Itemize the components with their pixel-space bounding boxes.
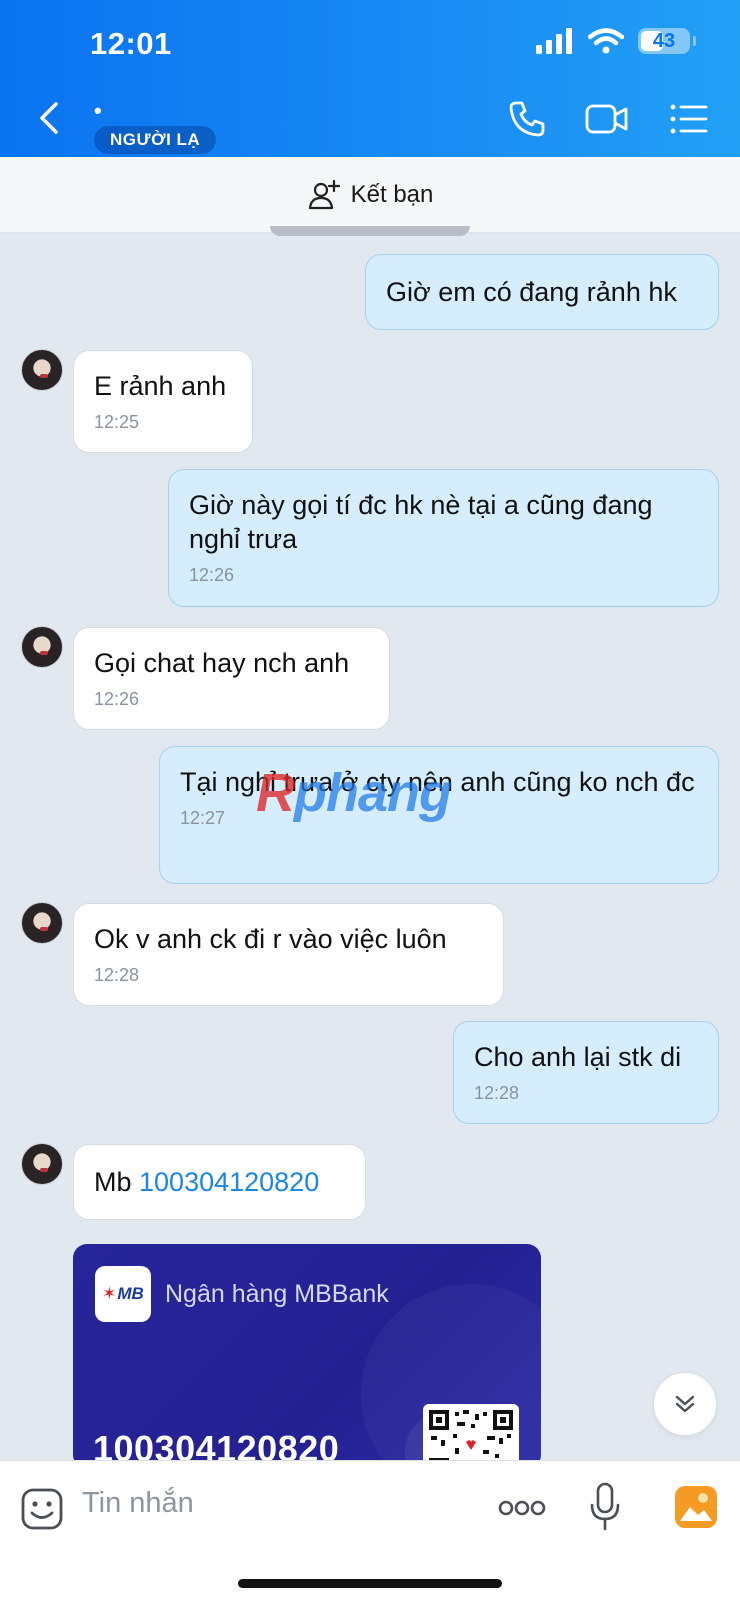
scroll-down-button[interactable]	[653, 1372, 717, 1436]
message-time: 12:26	[94, 689, 140, 709]
add-friend-label: Kết bạn	[350, 180, 434, 208]
add-friend-bar[interactable]: Kết bạn	[0, 157, 740, 233]
message-bubble-outgoing[interactable]: Giờ này gọi tí đc hk nè tại a cũng đang …	[168, 469, 719, 607]
video-icon[interactable]	[584, 98, 630, 140]
more-icon[interactable]	[498, 1497, 546, 1519]
message-text: Giờ này gọi tí đc hk nè tại a cũng đang …	[189, 490, 653, 554]
signal-icon	[536, 28, 572, 54]
battery-level: 43	[652, 29, 676, 52]
sticker-icon[interactable]	[20, 1487, 64, 1531]
message-text: Tại nghỉ trưa ở cty nên anh cũng ko nch …	[180, 767, 695, 797]
contact-name[interactable]: •	[94, 98, 102, 124]
message-bubble-incoming[interactable]: Mb 100304120820	[73, 1144, 366, 1220]
message-text: E rảnh anh	[94, 371, 227, 401]
status-time: 12:01	[90, 26, 172, 61]
microphone-icon[interactable]	[588, 1481, 622, 1533]
wifi-icon	[588, 28, 624, 54]
account-number-link[interactable]: 100304120820	[139, 1167, 319, 1197]
status-icons: 43	[536, 28, 696, 54]
pull-tab	[270, 226, 470, 236]
image-icon[interactable]	[674, 1485, 718, 1529]
home-indicator	[238, 1579, 502, 1588]
message-time: 12:28	[94, 965, 140, 985]
bank-card[interactable]: ✶ MB Ngân hàng MBBank 100304120820	[73, 1244, 541, 1469]
add-friend-icon	[308, 179, 340, 209]
message-time: 12:25	[94, 412, 140, 432]
avatar[interactable]	[21, 1143, 63, 1185]
chat-header: 12:01 43 • NGƯỜI LẠ	[0, 0, 740, 157]
message-bubble-incoming[interactable]: Gọi chat hay nch anh 12:26	[73, 627, 390, 730]
message-time: 12:26	[189, 565, 235, 585]
message-composer: Tin nhắn	[0, 1460, 740, 1600]
message-bubble-outgoing[interactable]: Giờ em có đang rảnh hk	[365, 254, 719, 330]
message-bubble-incoming[interactable]: E rảnh anh 12:25	[73, 350, 253, 453]
message-bubble-outgoing[interactable]: Cho anh lại stk di 12:28	[453, 1021, 719, 1124]
chevron-down-icon	[675, 1395, 695, 1413]
message-text: Gọi chat hay nch anh	[94, 648, 350, 678]
back-icon[interactable]	[36, 100, 66, 136]
stranger-badge: NGƯỜI LẠ	[94, 126, 217, 154]
bank-name: Ngân hàng MBBank	[165, 1280, 389, 1308]
avatar[interactable]	[21, 626, 63, 668]
message-text: Ok v anh ck đi r vào việc luôn	[94, 924, 447, 954]
message-text: Giờ em có đang rảnh hk	[386, 277, 677, 307]
message-text: Cho anh lại stk di	[474, 1042, 682, 1072]
battery-indicator: 43	[638, 28, 696, 54]
message-time: 12:27	[180, 808, 226, 828]
avatar[interactable]	[21, 349, 63, 391]
avatar[interactable]	[21, 902, 63, 944]
message-bubble-outgoing[interactable]: Tại nghỉ trưa ở cty nên anh cũng ko nch …	[159, 746, 719, 884]
message-text: Mb	[94, 1167, 140, 1197]
message-bubble-incoming[interactable]: Ok v anh ck đi r vào việc luôn 12:28	[73, 903, 504, 1006]
message-time: 12:28	[474, 1083, 520, 1103]
phone-icon[interactable]	[506, 98, 548, 140]
list-icon[interactable]	[668, 98, 710, 140]
mbbank-logo: ✶ MB	[95, 1266, 151, 1322]
message-input[interactable]: Tin nhắn	[82, 1487, 194, 1520]
